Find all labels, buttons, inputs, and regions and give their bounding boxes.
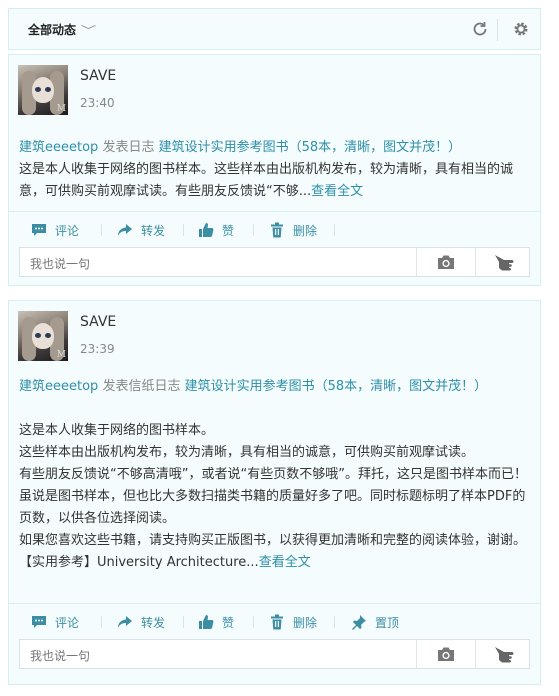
post-header: 建筑eeeetop 发表信纸日志 建筑设计实用参考图书（58本，清晰，图文并茂！… <box>19 376 504 398</box>
post-excerpt: 这是本人收集于网络的图书样本。这些样本由出版机构发布，较为清晰，具有相当的诚意，… <box>19 159 529 203</box>
thumbs-up-icon <box>199 615 214 629</box>
toolbar-divider <box>497 19 498 41</box>
pin-icon <box>352 615 366 630</box>
chevron-down-icon: ﹀ <box>80 24 97 37</box>
avatar[interactable]: M <box>18 311 68 361</box>
share-arrow-icon <box>118 224 132 236</box>
post-excerpt-text: 这是本人收集于网络的图书样本。这些样本由出版机构发布，较为清晰，具有相当的诚意，… <box>19 162 514 199</box>
like-label: 赞 <box>222 615 235 630</box>
hand-point-icon[interactable] <box>494 253 514 271</box>
gear-icon[interactable] <box>512 20 530 38</box>
comment-icon <box>32 616 46 628</box>
delete-label: 删除 <box>293 223 318 238</box>
camera-icon[interactable] <box>437 254 455 270</box>
post-time: 23:40 <box>80 96 115 110</box>
trash-icon <box>271 222 283 238</box>
post-action-text: 发表信纸日志 <box>102 379 181 394</box>
camera-icon[interactable] <box>437 646 455 662</box>
post-paragraph: 这些样本由出版机构发布，较为清晰，具有相当的诚意，可供购买前观摩试读。 <box>19 445 475 460</box>
post-username[interactable]: SAVE <box>80 68 116 84</box>
reply-box: 我也说一句 <box>19 639 530 669</box>
hand-point-icon[interactable] <box>494 645 514 663</box>
post-action-text: 发表日志 <box>102 140 155 155</box>
refresh-icon[interactable] <box>471 20 489 38</box>
share-button[interactable]: 转发 <box>117 220 165 240</box>
comment-button[interactable]: 评论 <box>31 220 79 240</box>
post-paragraph-last: 【实用参考】University Architecture...查看全文 <box>19 552 529 574</box>
post-paragraph: 【实用参考】University Architecture... <box>19 555 259 570</box>
pin-to-top-button[interactable]: 置顶 <box>351 612 399 632</box>
author-link[interactable]: 建筑eeeetop <box>19 140 98 155</box>
share-arrow-icon <box>118 616 132 628</box>
delete-button[interactable]: 删除 <box>269 612 317 632</box>
comment-button[interactable]: 评论 <box>31 612 79 632</box>
read-more-link[interactable]: 查看全文 <box>259 555 311 570</box>
post-paragraph: 有些朋友反馈说“不够高清哦”，或者说“有些页数不够哦”。拜托，这只是图书样本而已… <box>19 467 527 526</box>
read-more-link[interactable]: 查看全文 <box>311 184 363 199</box>
thumbs-up-icon <box>199 223 214 237</box>
feed-post: M SAVE 23:39 建筑eeeetop 发表信纸日志 建筑设计实用参考图书… <box>8 300 541 685</box>
post-paragraph: 如果您喜欢这些书籍，请支持购买正版图书，以获得更加清晰和完整的阅读体验，谢谢。 <box>19 533 527 548</box>
trash-icon <box>271 614 283 630</box>
share-button[interactable]: 转发 <box>117 612 165 632</box>
pin-label: 置顶 <box>375 615 400 630</box>
share-label: 转发 <box>141 615 166 630</box>
reply-box: 我也说一句 <box>19 247 530 277</box>
post-header: 建筑eeeetop 发表日志 建筑设计实用参考图书（58本，清晰，图文并茂！） <box>19 137 499 159</box>
comment-label: 评论 <box>55 223 80 238</box>
avatar[interactable]: M <box>18 65 68 115</box>
comment-label: 评论 <box>55 615 80 630</box>
author-link[interactable]: 建筑eeeetop <box>19 379 98 394</box>
share-label: 转发 <box>141 223 166 238</box>
like-button[interactable]: 赞 <box>198 220 234 240</box>
delete-button[interactable]: 删除 <box>269 220 317 240</box>
post-title-link[interactable]: 建筑设计实用参考图书（58本，清晰，图文并茂！） <box>159 140 462 155</box>
reply-input[interactable]: 我也说一句 <box>30 255 90 272</box>
like-label: 赞 <box>222 223 235 238</box>
post-time: 23:39 <box>80 342 115 356</box>
post-paragraph: 这是本人收集于网络的图书样本。 <box>19 423 215 438</box>
like-button[interactable]: 赞 <box>198 612 234 632</box>
comment-icon <box>32 224 46 236</box>
delete-label: 删除 <box>293 615 318 630</box>
post-actions: 评论 转发 赞 删除 置顶 <box>9 603 540 639</box>
post-actions: 评论 转发 赞 删除 <box>9 211 540 247</box>
feed-filter-label: 全部动态 <box>28 23 77 37</box>
post-title-link[interactable]: 建筑设计实用参考图书（58本，清晰，图文并茂！） <box>185 379 488 394</box>
post-username[interactable]: SAVE <box>80 314 116 330</box>
feed-filter-dropdown[interactable]: 全部动态 ﹀ <box>28 21 97 38</box>
reply-input[interactable]: 我也说一句 <box>30 647 90 664</box>
feed-post: M SAVE 23:40 建筑eeeetop 发表日志 建筑设计实用参考图书（5… <box>8 54 541 286</box>
feed-toolbar: 全部动态 ﹀ <box>8 8 541 50</box>
post-body: 这是本人收集于网络的图书样本。 这些样本由出版机构发布，较为清晰，具有相当的诚意… <box>19 420 529 574</box>
